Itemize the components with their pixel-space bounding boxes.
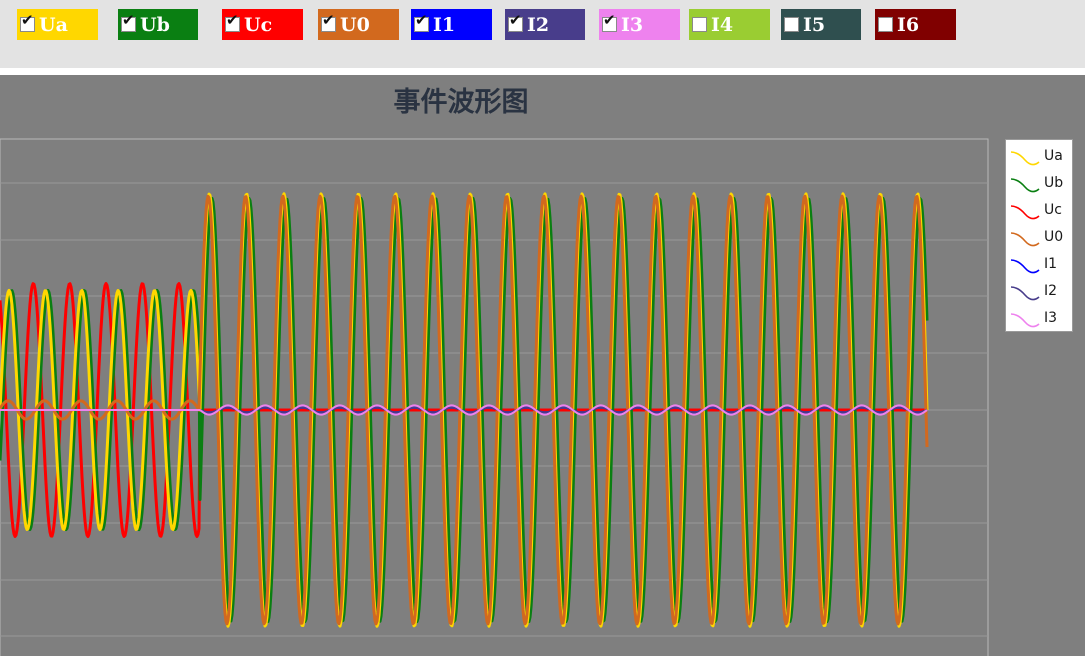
wave-icon bbox=[1010, 232, 1040, 247]
legend-label: I2 bbox=[1044, 283, 1058, 299]
legend-item-i3: I3 bbox=[1006, 306, 1072, 333]
legend-label: Uc bbox=[1044, 202, 1062, 218]
wave-icon bbox=[1010, 259, 1040, 274]
legend-label: Ub bbox=[1044, 175, 1064, 191]
legend-item-ub: Ub bbox=[1006, 171, 1072, 198]
legend-label: Ua bbox=[1044, 148, 1063, 164]
wave-icon bbox=[1010, 151, 1040, 166]
legend-item-i2: I2 bbox=[1006, 279, 1072, 306]
legend-label: U0 bbox=[1044, 229, 1064, 245]
wave-icon bbox=[1010, 313, 1040, 328]
legend-item-ua: Ua bbox=[1006, 144, 1072, 171]
legend-item-i1: I1 bbox=[1006, 252, 1072, 279]
legend-label: I3 bbox=[1044, 310, 1058, 326]
legend-label: I1 bbox=[1044, 256, 1058, 272]
wave-icon bbox=[1010, 178, 1040, 193]
legend: Ua Ub Uc U0 I1 I2 I3 bbox=[1005, 139, 1073, 332]
legend-item-u0: U0 bbox=[1006, 225, 1072, 252]
waveform-plot bbox=[0, 138, 989, 656]
legend-item-uc: Uc bbox=[1006, 198, 1072, 225]
wave-icon bbox=[1010, 205, 1040, 220]
wave-icon bbox=[1010, 286, 1040, 301]
